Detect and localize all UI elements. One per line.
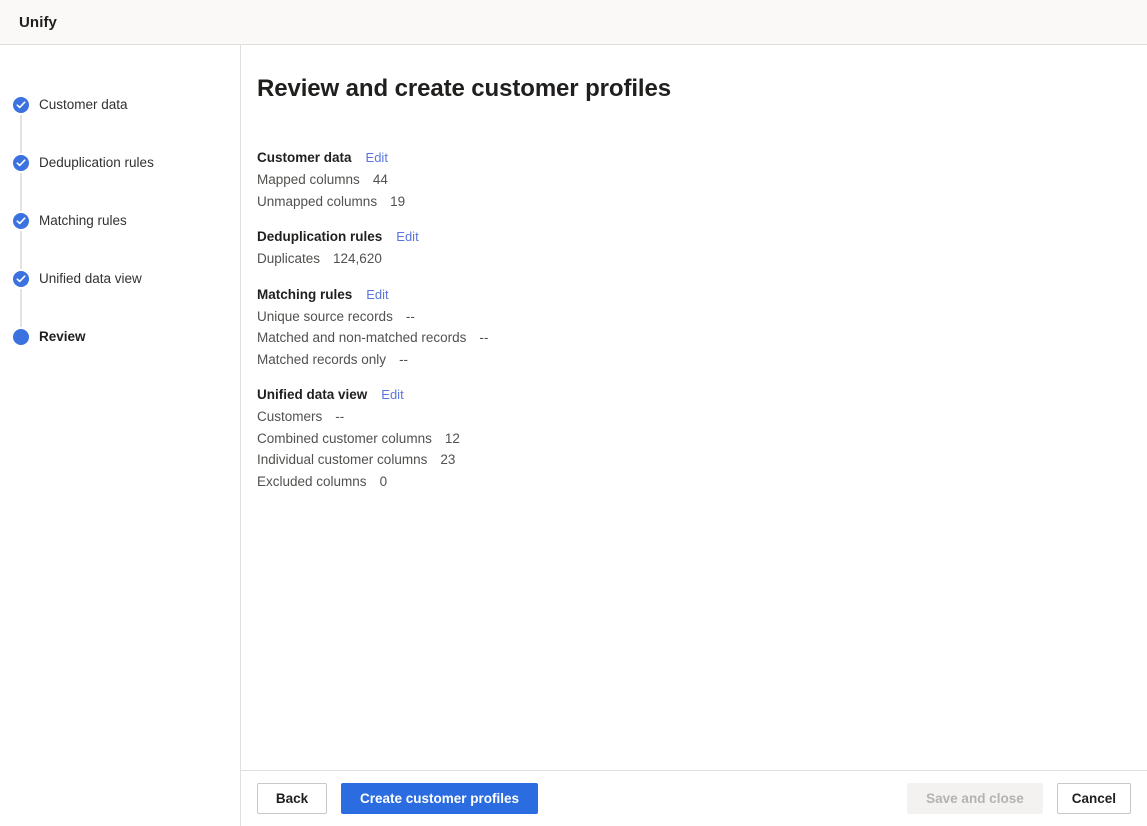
content-scroll-area: Review and create customer profiles Cust…: [241, 45, 1147, 770]
wizard-step-review[interactable]: Review: [0, 327, 241, 385]
summary-row-value: 12: [445, 428, 460, 450]
summary-group-header: Matching rules Edit: [257, 287, 1147, 302]
create-customer-profiles-button[interactable]: Create customer profiles: [341, 783, 538, 814]
summary-row-label: Mapped columns: [257, 169, 360, 191]
step-connector-line: [20, 173, 22, 211]
summary-row-label: Customers: [257, 406, 322, 428]
step-marker: [13, 213, 29, 229]
summary-row-value: 124,620: [333, 248, 382, 270]
check-icon: [13, 97, 29, 113]
edit-link[interactable]: Edit: [381, 387, 403, 402]
wizard-step-unified-data-view[interactable]: Unified data view: [0, 269, 241, 327]
review-summary: Customer data Edit Mapped columns 44Unmappe…: [257, 150, 1147, 492]
wizard-step-label: Deduplication rules: [39, 155, 154, 171]
step-connector-line: [20, 115, 22, 153]
summary-group-title: Matching rules: [257, 287, 352, 302]
summary-row: Mapped columns 44: [257, 169, 1147, 191]
app-title: Unify: [19, 14, 57, 31]
summary-row: Duplicates 124,620: [257, 248, 1147, 270]
edit-link[interactable]: Edit: [366, 150, 388, 165]
summary-group: Matching rulesEditUnique source records-…: [257, 287, 1147, 371]
check-icon: [13, 271, 29, 287]
summary-row-value: --: [479, 327, 488, 349]
wizard-step-label: Review: [39, 329, 86, 345]
footer-left-actions: Back Create customer profiles: [257, 783, 538, 814]
summary-row-value: --: [335, 406, 344, 428]
page-title: Review and create customer profiles: [257, 75, 1147, 103]
summary-row: Unmapped columns 19: [257, 191, 1147, 213]
edit-link[interactable]: Edit: [396, 229, 418, 244]
back-button[interactable]: Back: [257, 783, 327, 814]
wizard-footer: Back Create customer profiles Save and c…: [241, 770, 1147, 826]
filled-circle-icon: [13, 329, 29, 345]
step-marker: [13, 271, 29, 287]
summary-group: Unified data view Edit Customers --Combined…: [257, 387, 1147, 492]
wizard-step-list: Customer data Deduplication rules Matching…: [0, 95, 241, 385]
summary-row-label: Unmapped columns: [257, 191, 377, 213]
summary-row-value: 0: [380, 471, 388, 493]
wizard-step-matching-rules[interactable]: Matching rules: [0, 211, 241, 269]
summary-row: Combined customer columns 12: [257, 428, 1147, 450]
wizard-sidebar: Customer data Deduplication rules Matching…: [0, 45, 241, 826]
summary-row-value: --: [406, 306, 415, 328]
save-and-close-button: Save and close: [907, 783, 1043, 814]
check-icon: [13, 213, 29, 229]
wizard-step-label: Customer data: [39, 97, 128, 113]
edit-link[interactable]: Edit: [366, 287, 388, 302]
summary-row-value: 44: [373, 169, 388, 191]
summary-row: Matched records only --: [257, 349, 1147, 371]
summary-row-label: Unique source records: [257, 306, 393, 328]
footer-right-actions: Save and close Cancel: [907, 783, 1131, 814]
app-header: Unify: [0, 0, 1147, 45]
summary-row: Matched and non-matched records --: [257, 327, 1147, 349]
main-content: Review and create customer profiles Cust…: [241, 45, 1147, 826]
summary-row: Excluded columns 0: [257, 471, 1147, 493]
step-marker: [13, 155, 29, 171]
summary-row-label: Individual customer columns: [257, 449, 427, 471]
step-connector-line: [20, 289, 22, 327]
summary-row: Unique source records --: [257, 306, 1147, 328]
body-area: Customer data Deduplication rules Matching…: [0, 45, 1147, 826]
wizard-step-label: Matching rules: [39, 213, 127, 229]
wizard-step-deduplication-rules[interactable]: Deduplication rules: [0, 153, 241, 211]
wizard-step-customer-data[interactable]: Customer data: [0, 95, 241, 153]
summary-row-label: Excluded columns: [257, 471, 367, 493]
summary-row: Customers --: [257, 406, 1147, 428]
summary-group-title: Customer data: [257, 150, 352, 165]
summary-group-header: Deduplication rules Edit: [257, 229, 1147, 244]
summary-row-label: Matched records only: [257, 349, 386, 371]
step-marker: [13, 329, 29, 345]
summary-group-header: Customer data Edit: [257, 150, 1147, 165]
check-icon: [13, 155, 29, 171]
summary-row-label: Combined customer columns: [257, 428, 432, 450]
summary-group: Deduplication rules Edit Duplicates 124,620: [257, 229, 1147, 270]
cancel-button[interactable]: Cancel: [1057, 783, 1131, 814]
summary-row-label: Duplicates: [257, 248, 320, 270]
summary-group: Customer data Edit Mapped columns 44Unmappe…: [257, 150, 1147, 212]
step-marker: [13, 97, 29, 113]
summary-row-value: --: [399, 349, 408, 371]
summary-group-header: Unified data view Edit: [257, 387, 1147, 402]
summary-group-title: Unified data view: [257, 387, 367, 402]
summary-row: Individual customer columns 23: [257, 449, 1147, 471]
wizard-step-label: Unified data view: [39, 271, 142, 287]
summary-group-title: Deduplication rules: [257, 229, 382, 244]
summary-row-label: Matched and non-matched records: [257, 327, 466, 349]
summary-row-value: 19: [390, 191, 405, 213]
step-connector-line: [20, 231, 22, 269]
summary-row-value: 23: [440, 449, 455, 471]
